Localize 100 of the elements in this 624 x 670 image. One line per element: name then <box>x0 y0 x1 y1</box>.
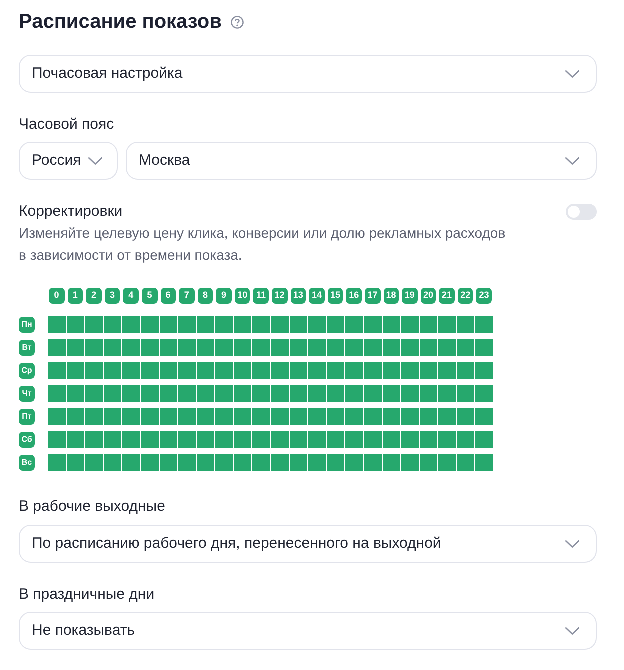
day-chip[interactable]: Чт <box>19 386 35 402</box>
schedule-cell[interactable] <box>85 408 103 425</box>
schedule-cell[interactable] <box>420 339 438 356</box>
schedule-cell[interactable] <box>438 316 456 333</box>
schedule-cell[interactable] <box>85 339 103 356</box>
schedule-cell[interactable] <box>401 454 419 471</box>
day-chip[interactable]: Пн <box>19 316 35 332</box>
schedule-cell[interactable] <box>160 431 178 448</box>
schedule-cell[interactable] <box>401 362 419 379</box>
schedule-cell[interactable] <box>140 431 158 448</box>
hour-chip[interactable]: 12 <box>272 288 288 304</box>
schedule-cell[interactable] <box>420 408 438 425</box>
schedule-cell[interactable] <box>85 431 103 448</box>
schedule-cell[interactable] <box>122 362 140 379</box>
schedule-cell[interactable] <box>475 339 493 356</box>
day-chip[interactable]: Пт <box>19 408 35 424</box>
schedule-cell[interactable] <box>290 454 308 471</box>
schedule-cell[interactable] <box>401 431 419 448</box>
schedule-cell[interactable] <box>382 408 400 425</box>
schedule-cell[interactable] <box>271 362 289 379</box>
schedule-cell[interactable] <box>104 454 122 471</box>
schedule-cell[interactable] <box>456 362 474 379</box>
schedule-cell[interactable] <box>215 385 233 402</box>
schedule-cell[interactable] <box>140 316 158 333</box>
schedule-cell[interactable] <box>234 362 252 379</box>
schedule-cell[interactable] <box>382 385 400 402</box>
schedule-cell[interactable] <box>48 408 66 425</box>
schedule-cell[interactable] <box>290 316 308 333</box>
schedule-cell[interactable] <box>271 385 289 402</box>
schedule-cell[interactable] <box>345 431 363 448</box>
schedule-cell[interactable] <box>456 454 474 471</box>
schedule-cell[interactable] <box>178 362 196 379</box>
schedule-cell[interactable] <box>252 385 270 402</box>
schedule-cell[interactable] <box>85 362 103 379</box>
schedule-cell[interactable] <box>140 385 158 402</box>
schedule-cell[interactable] <box>48 316 66 333</box>
schedule-cell[interactable] <box>48 362 66 379</box>
day-chip[interactable]: Сб <box>19 432 35 448</box>
schedule-cell[interactable] <box>401 339 419 356</box>
schedule-cell[interactable] <box>66 316 84 333</box>
schedule-cell[interactable] <box>122 431 140 448</box>
schedule-cell[interactable] <box>215 316 233 333</box>
schedule-cell[interactable] <box>140 362 158 379</box>
schedule-cell[interactable] <box>401 316 419 333</box>
schedule-cell[interactable] <box>48 431 66 448</box>
hour-chip[interactable]: 17 <box>364 288 380 304</box>
schedule-cell[interactable] <box>308 431 326 448</box>
hour-chip[interactable]: 4 <box>123 288 139 304</box>
schedule-cell[interactable] <box>252 316 270 333</box>
hour-chip[interactable]: 18 <box>384 288 400 304</box>
schedule-cell[interactable] <box>456 385 474 402</box>
schedule-cell[interactable] <box>345 339 363 356</box>
hour-chip[interactable]: 11 <box>253 288 269 304</box>
hour-chip[interactable]: 22 <box>458 288 474 304</box>
schedule-cell[interactable] <box>196 454 214 471</box>
schedule-cell[interactable] <box>160 362 178 379</box>
schedule-cell[interactable] <box>196 385 214 402</box>
schedule-cell[interactable] <box>122 385 140 402</box>
schedule-cell[interactable] <box>85 316 103 333</box>
hour-chip[interactable]: 9 <box>216 288 232 304</box>
schedule-cell[interactable] <box>326 385 344 402</box>
schedule-cell[interactable] <box>290 408 308 425</box>
schedule-cell[interactable] <box>104 339 122 356</box>
schedule-cell[interactable] <box>140 339 158 356</box>
hour-chip[interactable]: 8 <box>198 288 214 304</box>
dropdown[interactable]: Москва <box>126 142 597 180</box>
schedule-cell[interactable] <box>122 408 140 425</box>
hour-chip[interactable]: 2 <box>86 288 102 304</box>
schedule-cell[interactable] <box>140 454 158 471</box>
schedule-cell[interactable] <box>234 408 252 425</box>
schedule-cell[interactable] <box>252 339 270 356</box>
schedule-cell[interactable] <box>160 408 178 425</box>
schedule-cell[interactable] <box>290 339 308 356</box>
schedule-cell[interactable] <box>271 316 289 333</box>
hour-chip[interactable]: 16 <box>346 288 362 304</box>
hour-chip[interactable]: 7 <box>179 288 195 304</box>
hour-chip[interactable]: 10 <box>234 288 250 304</box>
schedule-cell[interactable] <box>196 408 214 425</box>
schedule-cell[interactable] <box>456 408 474 425</box>
hour-chip[interactable]: 19 <box>402 288 418 304</box>
day-chip[interactable]: Ср <box>19 362 35 378</box>
schedule-cell[interactable] <box>475 431 493 448</box>
schedule-cell[interactable] <box>308 316 326 333</box>
schedule-cell[interactable] <box>438 431 456 448</box>
schedule-cell[interactable] <box>215 431 233 448</box>
schedule-cell[interactable] <box>178 431 196 448</box>
hour-chip[interactable]: 23 <box>476 288 492 304</box>
schedule-cell[interactable] <box>382 454 400 471</box>
schedule-cell[interactable] <box>382 316 400 333</box>
schedule-cell[interactable] <box>234 385 252 402</box>
schedule-cell[interactable] <box>420 362 438 379</box>
schedule-cell[interactable] <box>48 385 66 402</box>
schedule-cell[interactable] <box>48 339 66 356</box>
schedule-cell[interactable] <box>215 339 233 356</box>
schedule-cell[interactable] <box>438 385 456 402</box>
schedule-cell[interactable] <box>178 454 196 471</box>
schedule-cell[interactable] <box>196 431 214 448</box>
schedule-cell[interactable] <box>234 454 252 471</box>
schedule-cell[interactable] <box>271 454 289 471</box>
schedule-cell[interactable] <box>85 454 103 471</box>
